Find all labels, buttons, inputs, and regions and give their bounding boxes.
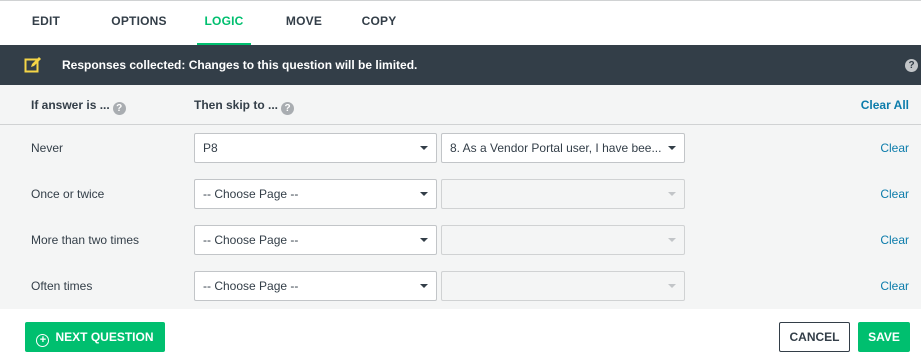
banner-message: Responses collected: Changes to this que… xyxy=(62,58,418,72)
page-select-value: P8 xyxy=(203,141,218,155)
page-select-value: -- Choose Page -- xyxy=(203,279,299,293)
clear-all-link[interactable]: Clear All xyxy=(861,85,909,125)
next-question-button[interactable]: + NEXT QUESTION xyxy=(25,322,165,352)
responses-collected-banner: Responses collected: Changes to this que… xyxy=(0,45,921,85)
tab-bar: EDIT OPTIONS LOGIC MOVE COPY xyxy=(0,0,921,46)
cancel-button[interactable]: CANCEL xyxy=(779,322,850,352)
if-answer-label: If answer is ... xyxy=(31,98,110,112)
logic-row-more-than-two-times: More than two times -- Choose Page -- Cl… xyxy=(0,217,921,263)
chevron-down-icon xyxy=(668,284,676,288)
choose-page-select[interactable]: P8 xyxy=(194,133,437,163)
question-select-value: 8. As a Vendor Portal user, I have bee..… xyxy=(450,141,662,155)
answer-label: Never xyxy=(31,141,64,155)
tab-edit[interactable]: EDIT xyxy=(27,1,65,46)
help-icon[interactable]: ? xyxy=(905,59,918,72)
clear-link[interactable]: Clear xyxy=(880,263,909,309)
chevron-down-icon xyxy=(668,238,676,242)
choose-question-select[interactable]: 8. As a Vendor Portal user, I have bee..… xyxy=(441,133,685,163)
logic-row-never: Never P8 8. As a Vendor Portal user, I h… xyxy=(0,125,921,171)
tab-logic[interactable]: LOGIC xyxy=(197,1,251,46)
next-question-label: NEXT QUESTION xyxy=(55,330,154,344)
then-skip-header: Then skip to ...? xyxy=(194,85,295,125)
chevron-down-icon xyxy=(420,238,428,242)
answer-label: Often times xyxy=(31,279,93,293)
save-button[interactable]: SAVE xyxy=(858,322,910,352)
tab-move[interactable]: MOVE xyxy=(282,1,326,46)
logic-row-often-times: Often times -- Choose Page -- Clear xyxy=(0,263,921,309)
page-select-value: -- Choose Page -- xyxy=(203,233,299,247)
help-icon[interactable]: ? xyxy=(112,102,126,115)
clear-link[interactable]: Clear xyxy=(880,217,909,263)
logic-table-header: If answer is ...? Then skip to ...? Clea… xyxy=(0,85,921,125)
choose-question-select xyxy=(441,179,685,209)
tab-options[interactable]: OPTIONS xyxy=(108,1,170,46)
answer-label: Once or twice xyxy=(31,187,105,201)
help-icon[interactable]: ? xyxy=(281,102,295,115)
footer-actions: + NEXT QUESTION CANCEL SAVE xyxy=(0,309,921,364)
choose-page-select[interactable]: -- Choose Page -- xyxy=(194,225,437,255)
if-answer-header: If answer is ...? xyxy=(31,85,126,125)
tab-copy[interactable]: COPY xyxy=(357,1,401,46)
chevron-down-icon xyxy=(668,192,676,196)
logic-row-once-or-twice: Once or twice -- Choose Page -- Clear xyxy=(0,171,921,217)
choose-page-select[interactable]: -- Choose Page -- xyxy=(194,179,437,209)
chevron-down-icon xyxy=(420,146,428,150)
choose-question-select xyxy=(441,271,685,301)
choose-question-select xyxy=(441,225,685,255)
chevron-down-icon xyxy=(420,284,428,288)
clear-link[interactable]: Clear xyxy=(880,125,909,171)
logic-rows: Never P8 8. As a Vendor Portal user, I h… xyxy=(0,125,921,309)
answer-label: More than two times xyxy=(31,233,140,247)
plus-circle-icon: + xyxy=(36,334,50,347)
then-skip-label: Then skip to ... xyxy=(194,98,279,112)
clear-link[interactable]: Clear xyxy=(880,171,909,217)
choose-page-select[interactable]: -- Choose Page -- xyxy=(194,271,437,301)
chevron-down-icon xyxy=(668,146,676,150)
page-select-value: -- Choose Page -- xyxy=(203,187,299,201)
edit-icon xyxy=(24,57,41,73)
chevron-down-icon xyxy=(420,192,428,196)
